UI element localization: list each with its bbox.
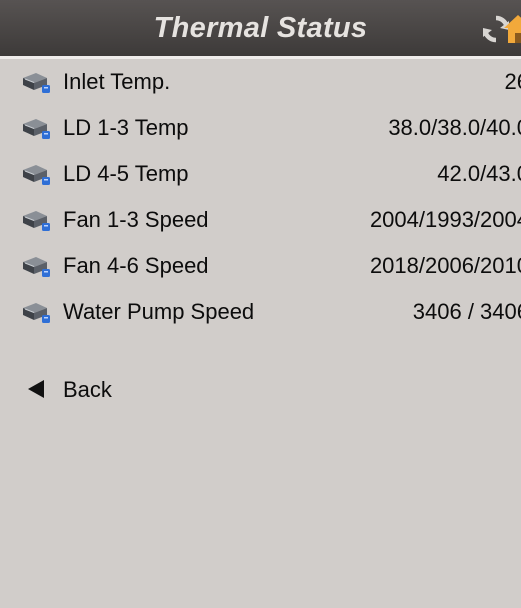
row-value: 2018/2006/2010 <box>369 253 521 278</box>
row-value: 2004/1993/2004 <box>369 207 521 232</box>
status-row-ld-4-5-temp[interactable]: LD 4-5 Temp 42.0/43.0 <box>0 151 521 197</box>
row-value: 38.0/38.0/40.0 <box>388 115 521 140</box>
device-icon <box>23 303 50 323</box>
home-icon[interactable] <box>504 13 521 45</box>
row-label: Inlet Temp. <box>63 69 171 94</box>
row-value: 26 <box>504 69 521 94</box>
status-row-fan-1-3-speed[interactable]: Fan 1-3 Speed 2004/1993/2004 <box>0 197 521 243</box>
row-value: 3406 / 3406 <box>412 299 521 324</box>
title-bar: Thermal Status <box>0 0 521 56</box>
device-icon <box>23 257 50 277</box>
back-button[interactable]: Back <box>0 367 300 413</box>
row-label: Water Pump Speed <box>63 299 255 324</box>
row-label: LD 1-3 Temp <box>63 115 189 140</box>
status-row-ld-1-3-temp[interactable]: LD 1-3 Temp 38.0/38.0/40.0 <box>0 105 521 151</box>
status-row-water-pump-speed[interactable]: Water Pump Speed 3406 / 3406 <box>0 289 521 335</box>
device-icon <box>23 73 50 93</box>
device-icon <box>23 165 50 185</box>
row-label: LD 4-5 Temp <box>63 161 189 186</box>
thermal-status-screen: Thermal Status Inlet Temp. 26 LD 1-3 Temp 3… <box>0 0 521 608</box>
status-row-fan-4-6-speed[interactable]: Fan 4-6 Speed 2018/2006/2010 <box>0 243 521 289</box>
row-label: Fan 4-6 Speed <box>63 253 209 278</box>
device-icon <box>23 119 50 139</box>
back-arrow-icon <box>28 380 44 398</box>
row-label: Fan 1-3 Speed <box>63 207 209 232</box>
status-row-inlet-temp[interactable]: Inlet Temp. 26 <box>0 59 521 105</box>
row-value: 42.0/43.0 <box>437 161 521 186</box>
back-label: Back <box>63 377 112 402</box>
device-icon <box>23 211 50 231</box>
page-title: Thermal Status <box>153 12 368 44</box>
